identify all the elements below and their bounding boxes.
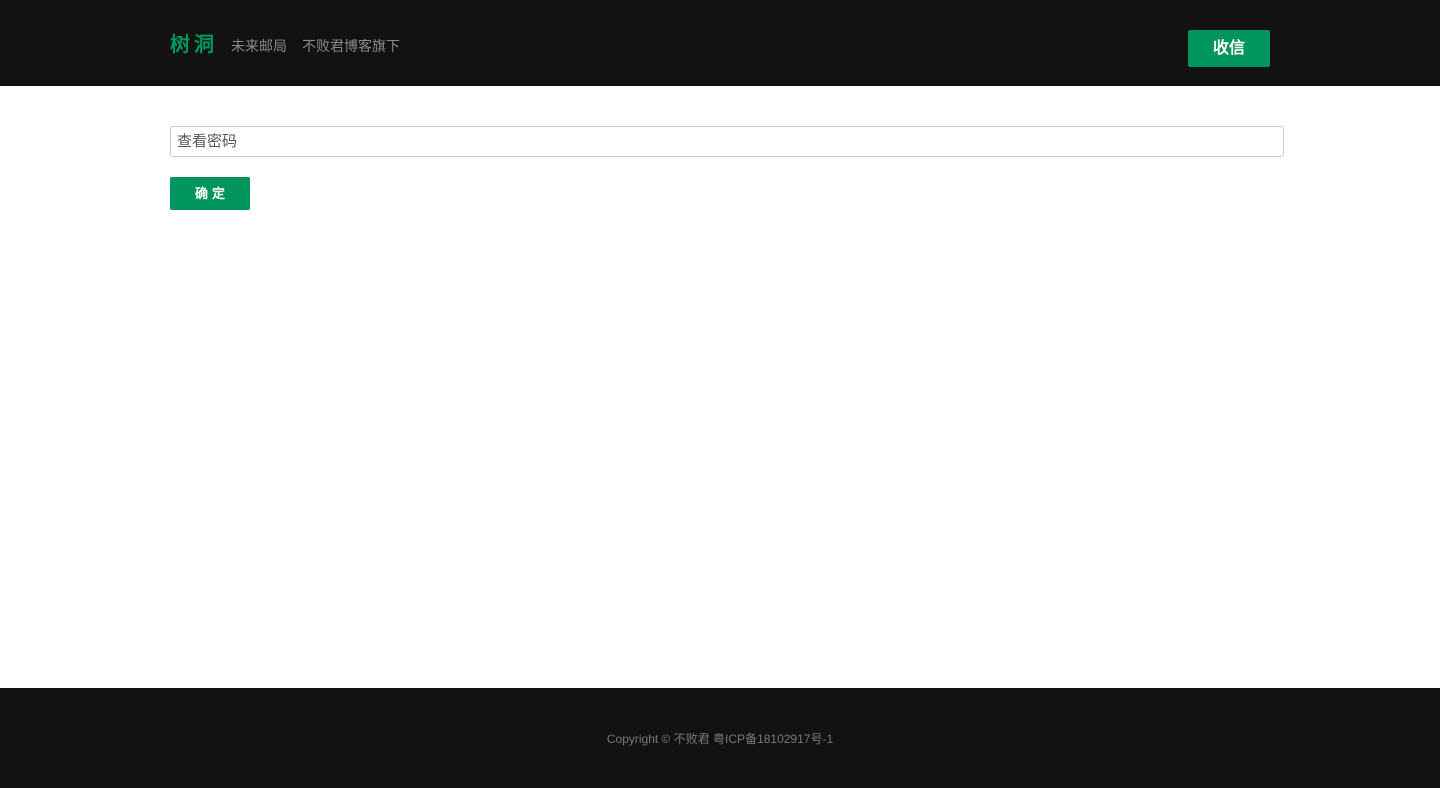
tagline-blog: 不败君博客旗下 [302, 38, 400, 54]
site-header: 树洞 未来邮局 不败君博客旗下 收信 [0, 0, 1440, 86]
site-logo[interactable]: 树洞 [170, 32, 218, 58]
view-password-input[interactable] [170, 126, 1284, 157]
receive-letter-button[interactable]: 收信 [1188, 30, 1270, 67]
confirm-button[interactable]: 确定 [170, 177, 250, 210]
site-footer: Copyright © 不败君 粤ICP备18102917号-1 [0, 688, 1440, 788]
copyright-text: Copyright © 不败君 粤ICP备18102917号-1 [606, 732, 834, 746]
tagline-future-post: 未来邮局 [231, 38, 287, 54]
